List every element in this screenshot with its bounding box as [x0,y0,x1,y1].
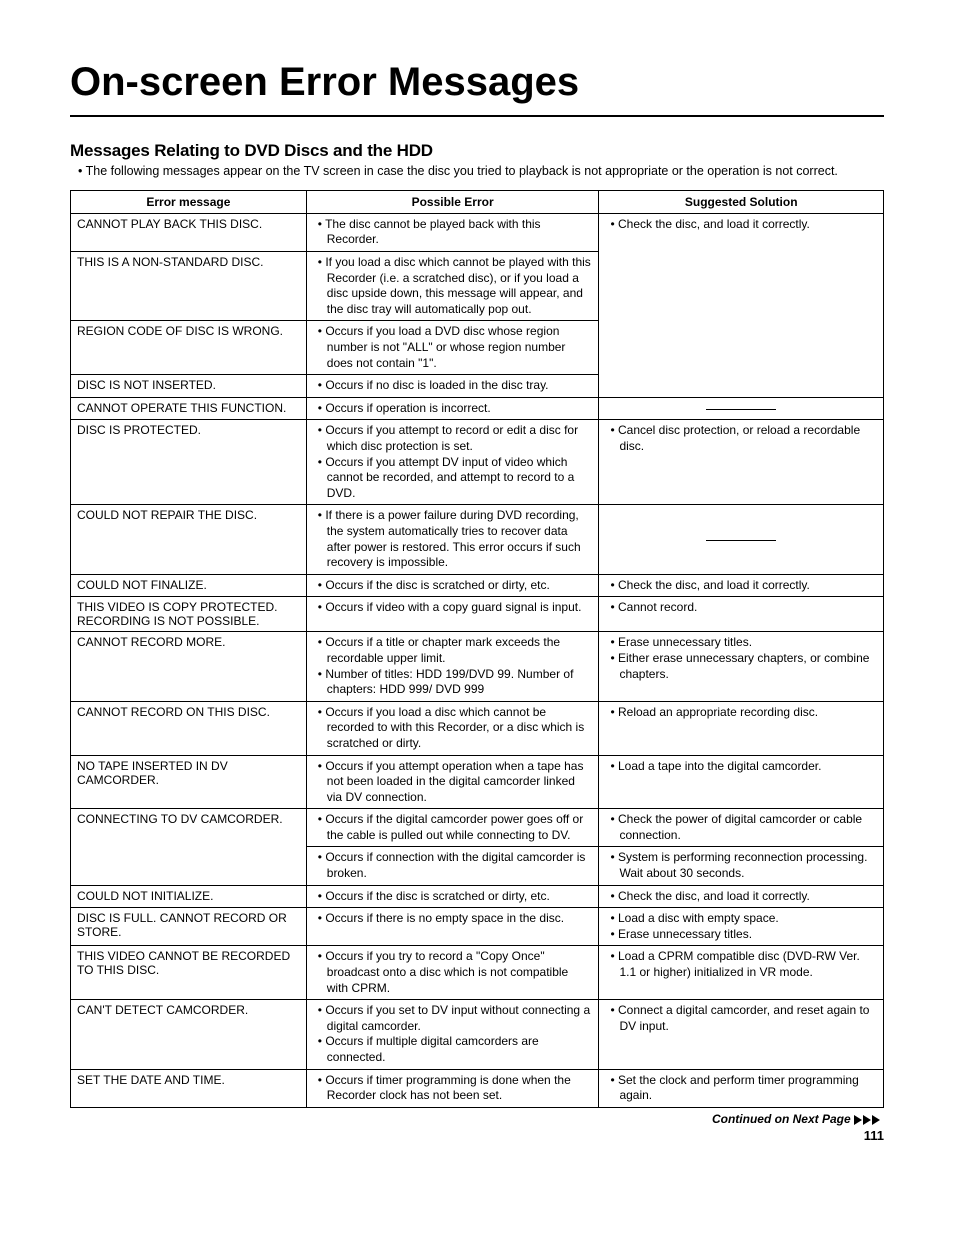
error-message-cell: DISC IS FULL. CANNOT RECORD OR STORE. [71,908,307,946]
possible-error-cell: Occurs if you load a disc which cannot b… [306,701,599,755]
error-message-cell: CANNOT PLAY BACK THIS DISC. [71,213,307,251]
error-message-cell: CONNECTING TO DV CAMCORDER. [71,809,307,885]
suggested-solution-cell: Connect a digital camcorder, and reset a… [599,1000,884,1069]
page-title: On-screen Error Messages [70,60,884,117]
possible-error-cell: Occurs if the disc is scratched or dirty… [306,885,599,908]
intro-text: • The following messages appear on the T… [88,163,884,180]
table-row: COULD NOT REPAIR THE DISC.If there is a … [71,505,884,574]
suggested-solution-cell: Load a CPRM compatible disc (DVD-RW Ver.… [599,946,884,1000]
error-message-cell: THIS VIDEO IS COPY PROTECTED. RECORDING … [71,597,307,632]
possible-error-cell: Occurs if connection with the digital ca… [306,847,599,885]
possible-error-cell: Occurs if no disc is loaded in the disc … [306,375,599,398]
next-page-arrows-icon [854,1112,884,1126]
table-row: NO TAPE INSERTED IN DV CAMCORDER.Occurs … [71,755,884,809]
footer: Continued on Next Page 111 [70,1112,884,1143]
error-message-cell: DISC IS NOT INSERTED. [71,375,307,398]
possible-error-cell: Occurs if timer programming is done when… [306,1069,599,1107]
error-message-cell: COULD NOT INITIALIZE. [71,885,307,908]
suggested-solution-cell: Check the power of digital camcorder or … [599,809,884,847]
possible-error-cell: Occurs if you attempt to record or edit … [306,420,599,505]
suggested-solution-cell: System is performing reconnection proces… [599,847,884,885]
error-message-cell: CANNOT OPERATE THIS FUNCTION. [71,397,307,420]
error-message-cell: COULD NOT FINALIZE. [71,574,307,597]
table-row: CONNECTING TO DV CAMCORDER.Occurs if the… [71,809,884,847]
possible-error-cell: If you load a disc which cannot be playe… [306,252,599,321]
suggested-solution-cell: Cancel disc protection, or reload a reco… [599,420,884,505]
suggested-solution-cell [599,505,884,574]
error-message-cell: CANNOT RECORD MORE. [71,632,307,701]
continued-text: Continued on Next Page [712,1112,851,1126]
suggested-solution-cell: Cannot record. [599,597,884,632]
section-title: Messages Relating to DVD Discs and the H… [70,141,884,161]
suggested-solution-cell [599,397,884,420]
possible-error-cell: Occurs if a title or chapter mark exceed… [306,632,599,701]
error-message-cell: SET THE DATE AND TIME. [71,1069,307,1107]
table-row: SET THE DATE AND TIME.Occurs if timer pr… [71,1069,884,1107]
suggested-solution-cell: Load a tape into the digital camcorder. [599,755,884,809]
possible-error-cell: Occurs if you set to DV input without co… [306,1000,599,1069]
suggested-solution-cell: Erase unnecessary titles.Either erase un… [599,632,884,701]
error-message-cell: COULD NOT REPAIR THE DISC. [71,505,307,574]
possible-error-cell: Occurs if you attempt operation when a t… [306,755,599,809]
possible-error-cell: Occurs if you try to record a "Copy Once… [306,946,599,1000]
suggested-solution-cell: Check the disc, and load it correctly. [599,885,884,908]
table-row: COULD NOT INITIALIZE.Occurs if the disc … [71,885,884,908]
possible-error-cell: Occurs if operation is incorrect. [306,397,599,420]
table-row: CANNOT OPERATE THIS FUNCTION.Occurs if o… [71,397,884,420]
table-row: CANNOT RECORD MORE.Occurs if a title or … [71,632,884,701]
table-row: CANNOT RECORD ON THIS DISC.Occurs if you… [71,701,884,755]
possible-error-cell: If there is a power failure during DVD r… [306,505,599,574]
table-row: CANNOT PLAY BACK THIS DISC.The disc cann… [71,213,884,251]
possible-error-cell: Occurs if you load a DVD disc whose regi… [306,321,599,375]
possible-error-cell: The disc cannot be played back with this… [306,213,599,251]
suggested-solution-cell: Load a disc with empty space.Erase unnec… [599,908,884,946]
error-message-cell: CAN'T DETECT CAMCORDER. [71,1000,307,1069]
possible-error-cell: Occurs if the disc is scratched or dirty… [306,574,599,597]
possible-error-cell: Occurs if there is no empty space in the… [306,908,599,946]
table-row: COULD NOT FINALIZE.Occurs if the disc is… [71,574,884,597]
error-message-cell: THIS VIDEO CANNOT BE RECORDED TO THIS DI… [71,946,307,1000]
suggested-solution-cell: Check the disc, and load it correctly. [599,213,884,397]
error-message-cell: CANNOT RECORD ON THIS DISC. [71,701,307,755]
possible-error-cell: Occurs if the digital camcorder power go… [306,809,599,847]
col-header-possible-error: Possible Error [306,190,599,213]
suggested-solution-cell: Reload an appropriate recording disc. [599,701,884,755]
col-header-error-message: Error message [71,190,307,213]
table-row: THIS VIDEO IS COPY PROTECTED. RECORDING … [71,597,884,632]
table-row: THIS VIDEO CANNOT BE RECORDED TO THIS DI… [71,946,884,1000]
error-table: Error message Possible Error Suggested S… [70,190,884,1108]
table-row: DISC IS PROTECTED.Occurs if you attempt … [71,420,884,505]
possible-error-cell: Occurs if video with a copy guard signal… [306,597,599,632]
error-message-cell: THIS IS A NON-STANDARD DISC. [71,252,307,321]
suggested-solution-cell: Set the clock and perform timer programm… [599,1069,884,1107]
error-message-cell: NO TAPE INSERTED IN DV CAMCORDER. [71,755,307,809]
col-header-suggested-solution: Suggested Solution [599,190,884,213]
error-message-cell: DISC IS PROTECTED. [71,420,307,505]
table-row: CAN'T DETECT CAMCORDER.Occurs if you set… [71,1000,884,1069]
error-message-cell: REGION CODE OF DISC IS WRONG. [71,321,307,375]
suggested-solution-cell: Check the disc, and load it correctly. [599,574,884,597]
table-row: DISC IS FULL. CANNOT RECORD OR STORE.Occ… [71,908,884,946]
page-number: 111 [70,1128,884,1143]
